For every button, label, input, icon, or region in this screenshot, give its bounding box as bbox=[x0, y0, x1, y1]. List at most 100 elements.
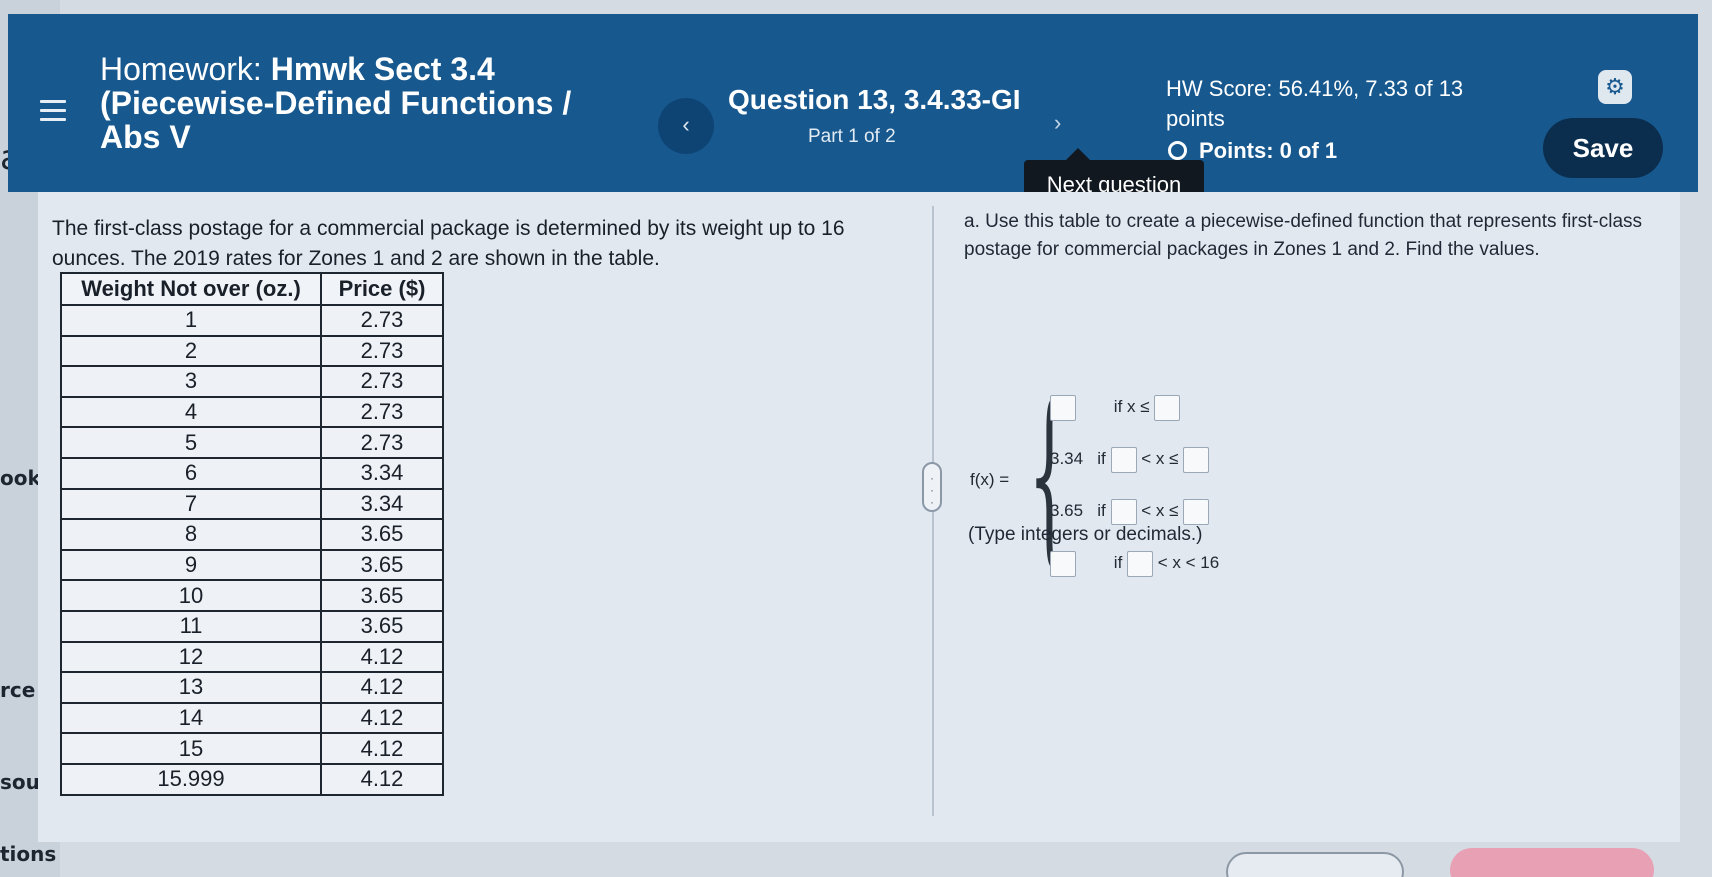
table-row: 14 4.12 bbox=[60, 701, 444, 735]
hw-score-line1: HW Score: 56.41%, 7.33 of 13 bbox=[1166, 76, 1464, 101]
table-row: 12 4.12 bbox=[60, 640, 444, 674]
condition-text: if x ≤ bbox=[1113, 397, 1150, 416]
previous-question-button[interactable]: ‹ bbox=[658, 98, 714, 154]
weight-cell: 6 bbox=[60, 456, 322, 490]
row-value: 3.65 bbox=[1050, 501, 1084, 520]
background-fragment: tions bbox=[0, 842, 57, 866]
inequality-text: < x ≤ bbox=[1141, 449, 1179, 468]
homework-title: Homework: Hmwk Sect 3.4 (Piecewise-Defin… bbox=[100, 52, 620, 154]
condition-text: if bbox=[1113, 553, 1123, 572]
weight-cell: 3 bbox=[60, 365, 322, 398]
question-title: Question 13, 3.4.33-GI bbox=[728, 84, 1021, 115]
upper-bound-input-3[interactable] bbox=[1183, 498, 1210, 525]
table-row: 8 3.65 bbox=[60, 518, 444, 551]
price-cell: 3.34 bbox=[320, 456, 444, 490]
weight-cell: 7 bbox=[60, 487, 322, 521]
table-row: 15.999 4.12 bbox=[60, 762, 444, 796]
price-cell: 4.12 bbox=[320, 732, 444, 765]
background-fragment: rce bbox=[0, 678, 36, 702]
status-circle-icon bbox=[1168, 141, 1187, 160]
inequality-text: < x < 16 bbox=[1157, 553, 1220, 572]
lower-bound-input-3[interactable] bbox=[1110, 498, 1137, 525]
panel-resize-handle[interactable]: · · · bbox=[922, 462, 942, 512]
value-input-4[interactable] bbox=[1050, 550, 1076, 577]
price-cell: 3.34 bbox=[320, 487, 444, 521]
price-cell: 4.12 bbox=[320, 671, 444, 704]
homework-title-main: Hmwk Sect 3.4 bbox=[270, 51, 495, 87]
condition-text: if bbox=[1097, 501, 1106, 520]
table-row: 5 2.73 bbox=[60, 426, 444, 459]
postage-table: Weight Not over (oz.) Price ($) 1 2.73 22… bbox=[60, 272, 444, 796]
table-row: 11 3.65 bbox=[60, 609, 444, 643]
column-header-price: Price ($) bbox=[320, 272, 444, 306]
row-value: 3.34 bbox=[1050, 449, 1084, 468]
column-header-weight: Weight Not over (oz.) bbox=[60, 272, 322, 306]
table-header-row: Weight Not over (oz.) Price ($) bbox=[60, 272, 444, 306]
piecewise-row-1: if x ≤ bbox=[1050, 392, 1181, 422]
piecewise-row-3: 3.65 if < x ≤ bbox=[1050, 496, 1210, 526]
next-question-button[interactable]: › bbox=[1054, 110, 1061, 136]
table-row: 7 3.34 bbox=[60, 487, 444, 521]
answer-format-note: (Type integers or decimals.) bbox=[968, 524, 1203, 545]
weight-cell: 5 bbox=[60, 426, 322, 459]
price-cell: 4.12 bbox=[320, 762, 444, 796]
table-row: 15 4.12 bbox=[60, 732, 444, 765]
price-cell: 2.73 bbox=[320, 365, 444, 398]
function-label: f(x) = bbox=[970, 470, 1010, 489]
table-row: 3 2.73 bbox=[60, 365, 444, 398]
chevron-left-icon: ‹ bbox=[682, 112, 690, 137]
price-cell: 3.65 bbox=[320, 579, 444, 612]
weight-cell: 8 bbox=[60, 518, 322, 551]
piecewise-row-2: 3.34 if < x ≤ bbox=[1050, 444, 1210, 474]
table-row: 10 3.65 bbox=[60, 579, 444, 612]
weight-cell: 14 bbox=[60, 701, 322, 735]
hw-score: HW Score: 56.41%, 7.33 of 13 points bbox=[1166, 74, 1526, 134]
check-answer-button[interactable] bbox=[1450, 848, 1654, 877]
homework-title-prefix: Homework: bbox=[100, 51, 262, 87]
price-cell: 2.73 bbox=[320, 426, 444, 459]
lower-bound-input-4[interactable] bbox=[1127, 550, 1154, 577]
inequality-text: < x ≤ bbox=[1141, 501, 1179, 520]
piecewise-row-4: if < x < 16 bbox=[1050, 548, 1219, 578]
table-row: 4 2.73 bbox=[60, 395, 444, 429]
condition-text: if bbox=[1097, 449, 1106, 468]
price-cell: 4.12 bbox=[320, 640, 444, 674]
weight-cell: 15.999 bbox=[60, 762, 322, 796]
weight-cell: 12 bbox=[60, 640, 322, 674]
hw-score-line2: points bbox=[1166, 106, 1225, 131]
weight-cell: 11 bbox=[60, 609, 322, 643]
background-fragment: ook bbox=[0, 466, 41, 490]
weight-cell: 4 bbox=[60, 395, 322, 429]
price-cell: 2.73 bbox=[320, 304, 444, 337]
weight-cell: 15 bbox=[60, 732, 322, 765]
chevron-right-icon: › bbox=[1054, 110, 1062, 135]
weight-cell: 1 bbox=[60, 304, 322, 337]
bound-input-1[interactable] bbox=[1154, 394, 1181, 421]
price-cell: 2.73 bbox=[320, 395, 444, 429]
settings-gear-icon[interactable]: ⚙ bbox=[1598, 70, 1632, 104]
price-cell: 2.73 bbox=[320, 334, 444, 368]
price-cell: 3.65 bbox=[320, 609, 444, 643]
part-label: Part 1 of 2 bbox=[808, 126, 896, 147]
weight-cell: 9 bbox=[60, 548, 322, 582]
homework-title-line3: Abs V bbox=[100, 119, 191, 155]
table-row: 2 2.73 bbox=[60, 334, 444, 368]
lower-bound-input-2[interactable] bbox=[1110, 446, 1137, 473]
hamburger-menu-icon[interactable] bbox=[40, 100, 66, 122]
table-row: 13 4.12 bbox=[60, 671, 444, 704]
weight-cell: 13 bbox=[60, 671, 322, 704]
homework-title-line2: (Piecewise-Defined Functions / bbox=[100, 85, 572, 121]
answer-instruction: a. Use this table to create a piecewise-… bbox=[964, 211, 1643, 260]
homework-header: Homework: Hmwk Sect 3.4 (Piecewise-Defin… bbox=[8, 14, 1698, 192]
weight-cell: 10 bbox=[60, 579, 322, 612]
points-label: Points: 0 of 1 bbox=[1199, 138, 1338, 163]
price-cell: 3.65 bbox=[320, 548, 444, 582]
value-input-1[interactable] bbox=[1050, 394, 1076, 421]
upper-bound-input-2[interactable] bbox=[1183, 446, 1210, 473]
price-cell: 3.65 bbox=[320, 518, 444, 551]
weight-cell: 2 bbox=[60, 334, 322, 368]
secondary-action-button[interactable] bbox=[1226, 852, 1404, 877]
price-cell: 4.12 bbox=[320, 701, 444, 735]
question-content: The first-class postage for a commercial… bbox=[38, 192, 1680, 842]
save-button[interactable]: Save bbox=[1543, 118, 1663, 178]
